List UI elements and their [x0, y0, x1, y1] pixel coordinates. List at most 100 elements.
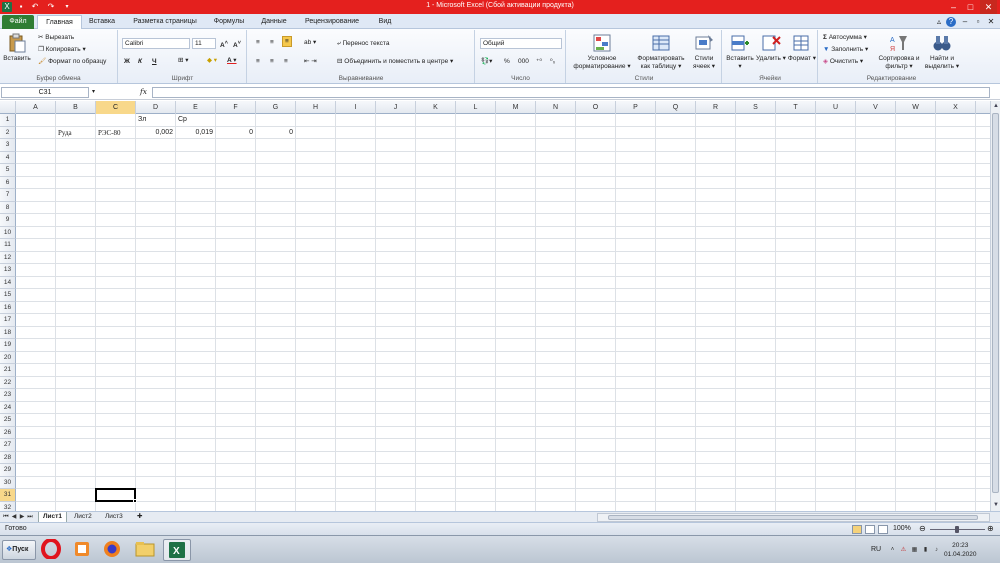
- select-all-corner[interactable]: [0, 101, 16, 114]
- insert-cells-button[interactable]: Вставить ▾: [725, 33, 755, 70]
- font-name-select[interactable]: Calibri: [122, 38, 190, 49]
- row-header-15[interactable]: 15: [0, 289, 16, 302]
- opera-taskbar-icon[interactable]: [40, 538, 68, 561]
- row-header-5[interactable]: 5: [0, 164, 16, 177]
- paste-button[interactable]: Вставить: [3, 33, 31, 63]
- doc-restore-icon[interactable]: ▫: [973, 17, 983, 27]
- cell-styles-button[interactable]: Стили ячеек ▾: [689, 33, 719, 70]
- clock[interactable]: 20:23 01.04.2020: [944, 541, 977, 559]
- sort-filter-button[interactable]: АЯ Сортировка и фильтр ▾: [877, 33, 921, 70]
- cell-B2[interactable]: Руда: [58, 127, 72, 139]
- column-header-P[interactable]: P: [616, 101, 656, 114]
- column-header-E[interactable]: E: [176, 101, 216, 114]
- delete-cells-button[interactable]: Удалить ▾: [756, 33, 786, 63]
- tray-battery-icon[interactable]: ▮: [922, 547, 929, 554]
- row-header-24[interactable]: 24: [0, 401, 16, 414]
- cut-button[interactable]: ✂ Вырезать: [38, 33, 74, 42]
- zoom-level[interactable]: 100%: [893, 525, 911, 532]
- name-box[interactable]: C31: [1, 87, 89, 98]
- copy-button[interactable]: ❐ Копировать ▾: [38, 45, 86, 54]
- underline-button[interactable]: Ч: [152, 57, 157, 66]
- tab-formulas[interactable]: Формулы: [208, 16, 250, 29]
- row-header-26[interactable]: 26: [0, 426, 16, 439]
- tab-home[interactable]: Главная: [37, 15, 82, 29]
- align-left-icon[interactable]: ≡: [256, 57, 260, 66]
- horizontal-scroll-thumb[interactable]: [608, 515, 978, 520]
- sheet-tab-3[interactable]: Лист3: [101, 512, 127, 522]
- start-button[interactable]: ❖Пуск: [2, 540, 36, 560]
- row-header-23[interactable]: 23: [0, 389, 16, 402]
- next-sheet-icon[interactable]: ▶: [18, 512, 26, 522]
- explorer-taskbar-icon[interactable]: [132, 539, 160, 561]
- fill-button[interactable]: ▼ Заполнить ▾: [823, 45, 868, 54]
- bold-button[interactable]: Ж: [124, 57, 130, 66]
- row-header-4[interactable]: 4: [0, 151, 16, 164]
- row-header-10[interactable]: 10: [0, 226, 16, 239]
- first-sheet-icon[interactable]: ⏮: [2, 512, 10, 522]
- row-header-16[interactable]: 16: [0, 301, 16, 314]
- conditional-formatting-button[interactable]: Условное форматирование ▾: [570, 33, 634, 70]
- column-header-U[interactable]: U: [816, 101, 856, 114]
- help-icon[interactable]: ?: [946, 17, 956, 27]
- vertical-scroll-thumb[interactable]: [992, 113, 999, 493]
- last-sheet-icon[interactable]: ⏭: [26, 512, 34, 522]
- orientation-icon[interactable]: ab ▾: [304, 38, 316, 47]
- column-header-T[interactable]: T: [776, 101, 816, 114]
- row-header-13[interactable]: 13: [0, 264, 16, 277]
- tray-network-icon[interactable]: ▦: [911, 547, 918, 554]
- tray-expand-icon[interactable]: ˄: [889, 547, 896, 554]
- cell-D1[interactable]: Зл: [138, 114, 146, 126]
- row-header-18[interactable]: 18: [0, 326, 16, 339]
- autosum-button[interactable]: Σ Автосумма ▾: [823, 33, 867, 42]
- tab-page-layout[interactable]: Разметка страницы: [124, 16, 206, 29]
- normal-view-icon[interactable]: [852, 525, 862, 534]
- row-header-14[interactable]: 14: [0, 276, 16, 289]
- borders-icon[interactable]: ⊞ ▾: [178, 56, 189, 65]
- column-header-W[interactable]: W: [896, 101, 936, 114]
- grow-font-icon[interactable]: A˄: [220, 39, 228, 50]
- merge-center-button[interactable]: ⊟ Объединить и поместить в центре ▾: [337, 57, 453, 66]
- row-header-2[interactable]: 2: [0, 126, 16, 139]
- vertical-scrollbar[interactable]: ▲ ▼: [990, 101, 1000, 511]
- row-header-20[interactable]: 20: [0, 351, 16, 364]
- column-header-J[interactable]: J: [376, 101, 416, 114]
- decrease-decimal-icon[interactable]: ⁰₀: [550, 57, 555, 66]
- clear-button[interactable]: ◈ Очистить ▾: [823, 57, 863, 66]
- minimize-button[interactable]: –: [945, 0, 962, 14]
- cell-F2[interactable]: 0: [216, 127, 253, 139]
- zoom-slider-knob[interactable]: [955, 526, 959, 533]
- doc-close-icon[interactable]: ✕: [986, 17, 996, 27]
- column-header-O[interactable]: O: [576, 101, 616, 114]
- column-header-R[interactable]: R: [696, 101, 736, 114]
- column-header-M[interactable]: M: [496, 101, 536, 114]
- horizontal-scrollbar[interactable]: [597, 513, 990, 522]
- font-size-select[interactable]: 11: [192, 38, 216, 49]
- row-header-19[interactable]: 19: [0, 339, 16, 352]
- formula-input[interactable]: [152, 87, 990, 98]
- column-header-A[interactable]: A: [16, 101, 56, 114]
- language-indicator[interactable]: RU: [871, 546, 881, 553]
- cell-D2[interactable]: 0,002: [136, 127, 173, 139]
- cell-C2[interactable]: РЭС-80: [98, 127, 121, 139]
- tab-review[interactable]: Рецензирование: [298, 16, 366, 29]
- align-top-icon[interactable]: ≡: [256, 38, 260, 47]
- italic-button[interactable]: К: [138, 57, 142, 66]
- name-box-dropdown-icon[interactable]: ▾: [92, 88, 95, 95]
- increase-decimal-icon[interactable]: ⁺⁰: [536, 57, 542, 66]
- row-header-25[interactable]: 25: [0, 414, 16, 427]
- sheet-tab-2[interactable]: Лист2: [70, 512, 96, 522]
- tab-data[interactable]: Данные: [254, 16, 294, 29]
- currency-icon[interactable]: 💱▾: [481, 57, 492, 66]
- excel-taskbar-icon[interactable]: X: [163, 539, 191, 561]
- column-header-X[interactable]: X: [936, 101, 976, 114]
- tab-insert[interactable]: Вставка: [84, 16, 120, 29]
- fill-color-icon[interactable]: ◆ ▾: [207, 56, 217, 65]
- row-header-31[interactable]: 31: [0, 489, 16, 502]
- scroll-down-icon[interactable]: ▼: [992, 501, 1000, 509]
- row-header-17[interactable]: 17: [0, 314, 16, 327]
- row-header-32[interactable]: 32: [0, 501, 16, 511]
- column-header-C[interactable]: C: [96, 101, 136, 114]
- cell-G2[interactable]: 0: [256, 127, 293, 139]
- column-header-F[interactable]: F: [216, 101, 256, 114]
- column-header-N[interactable]: N: [536, 101, 576, 114]
